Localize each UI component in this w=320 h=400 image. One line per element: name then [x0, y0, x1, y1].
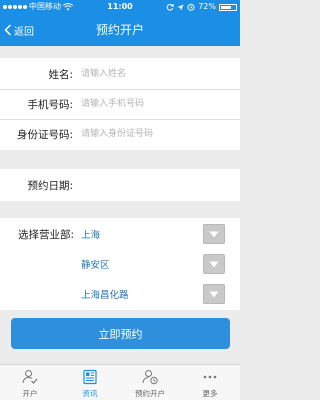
office-dropdown-button[interactable] [203, 284, 225, 304]
triangle-down-icon [209, 231, 219, 237]
id-number-label: 身份证号码: [16, 128, 73, 141]
id-number-row: 身份证号码: [0, 119, 240, 149]
office-select-value[interactable]: 上海昌化路 [81, 287, 129, 301]
news-document-icon [81, 368, 99, 386]
triangle-down-icon [209, 291, 219, 297]
appointment-person-clock-icon [141, 368, 159, 386]
page-title: 预约开户 [95, 23, 144, 37]
sync-icon [166, 3, 174, 11]
submit-appointment-button[interactable]: 立即预约 [11, 318, 230, 349]
tab-bar: 开户 资讯 预约开户 更多 [0, 364, 240, 400]
city-dropdown-button[interactable] [203, 224, 225, 244]
phone-label: 手机号码: [27, 98, 73, 111]
phone-input[interactable] [81, 93, 240, 115]
branch-label: 选择营业部: [17, 228, 74, 241]
date-row[interactable]: 预约日期: [0, 170, 240, 200]
tab-account[interactable]: 开户 [0, 365, 60, 400]
tab-label: 预约开户 [135, 389, 165, 398]
back-button[interactable]: 返回 [4, 14, 34, 46]
chevron-left-icon [4, 24, 12, 36]
tab-label: 更多 [202, 389, 218, 398]
name-label: 姓名: [48, 68, 73, 81]
status-bar: 中国移动 11:00 72% [0, 0, 240, 14]
phone-row: 手机号码: [0, 89, 240, 119]
district-dropdown-button[interactable] [203, 254, 225, 274]
battery-percentage: 72% [198, 2, 216, 11]
back-button-label: 返回 [14, 26, 34, 38]
district-select-row: 静安区 [0, 249, 240, 279]
battery-icon [219, 3, 237, 11]
office-select-row: 上海昌化路 [0, 279, 240, 309]
city-select-row: 选择营业部: 上海 [0, 219, 240, 249]
name-row: 姓名: [0, 59, 240, 89]
district-select-value[interactable]: 静安区 [81, 257, 110, 271]
navigation-bar: 返回 预约开户 [0, 14, 240, 46]
date-label: 预约日期: [27, 179, 73, 192]
tab-label: 资讯 [82, 389, 98, 398]
name-input[interactable] [81, 63, 240, 85]
more-dots-icon [201, 368, 219, 386]
id-number-input[interactable] [81, 123, 240, 145]
account-person-check-icon [21, 368, 39, 386]
tab-label: 开户 [22, 389, 38, 398]
tab-news[interactable]: 资讯 [60, 365, 120, 400]
status-right: 72% [166, 0, 237, 14]
location-arrow-icon [177, 4, 184, 10]
city-select-value[interactable]: 上海 [81, 227, 100, 241]
tab-more[interactable]: 更多 [180, 365, 240, 400]
personal-info-group: 姓名: 手机号码: 身份证号码: [0, 58, 240, 150]
alarm-clock-icon [187, 3, 195, 11]
tab-appointment[interactable]: 预约开户 [120, 365, 180, 400]
branch-selection-group: 选择营业部: 上海 静安区 上海昌化路 [0, 218, 240, 310]
triangle-down-icon [209, 261, 219, 267]
date-group: 预约日期: [0, 169, 240, 201]
